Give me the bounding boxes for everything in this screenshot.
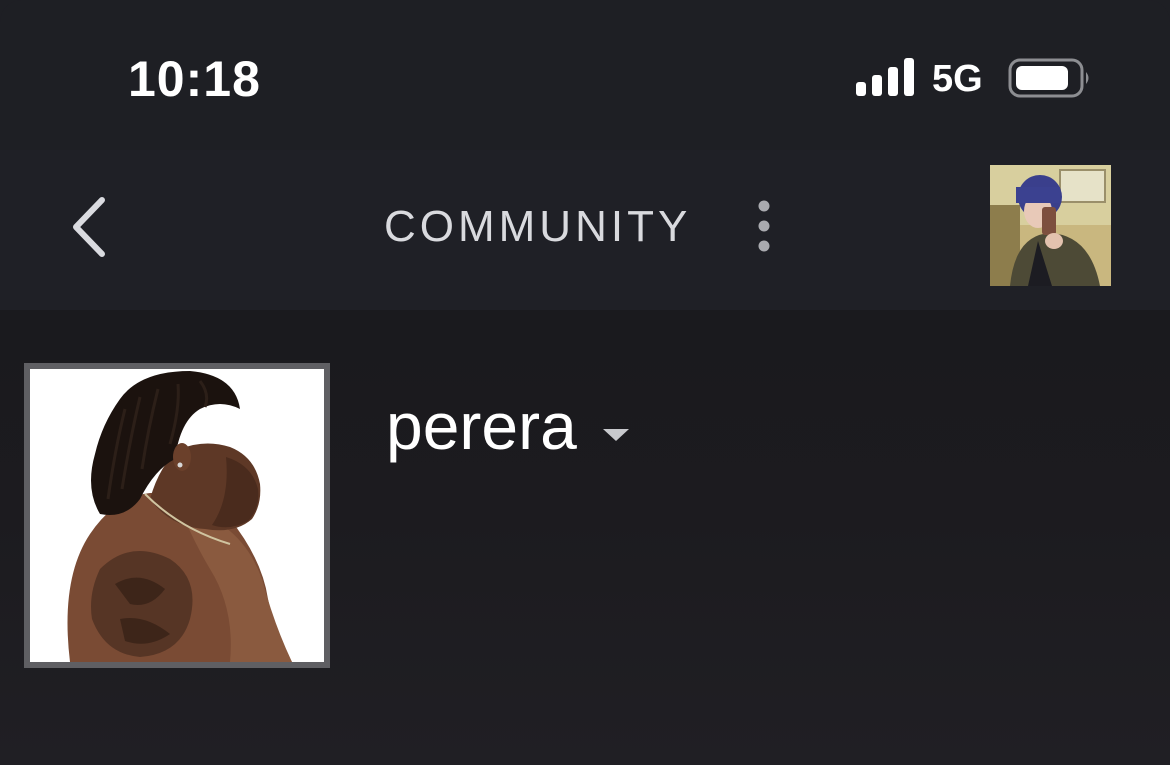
status-bar: 10:18 5G: [0, 0, 1170, 150]
username-label: perera: [386, 389, 577, 463]
battery-icon: [1008, 58, 1089, 98]
status-time: 10:18: [128, 51, 261, 107]
page-title: COMMUNITY: [384, 202, 692, 251]
profile-section: perera: [0, 310, 1170, 765]
back-chevron-icon[interactable]: [66, 194, 116, 260]
nav-bar: COMMUNITY: [0, 150, 1170, 310]
profile-photo-frame[interactable]: [24, 363, 330, 668]
network-type: 5G: [932, 58, 983, 100]
user-avatar[interactable]: [990, 165, 1111, 286]
more-options-icon[interactable]: [748, 198, 780, 254]
profile-photo: [30, 369, 324, 662]
signal-bars-icon: [856, 58, 914, 96]
app-screen: 10:18 5G COMMUNITY perera: [0, 0, 1170, 765]
account-switcher[interactable]: perera: [386, 388, 631, 464]
caret-down-icon: [602, 429, 629, 441]
